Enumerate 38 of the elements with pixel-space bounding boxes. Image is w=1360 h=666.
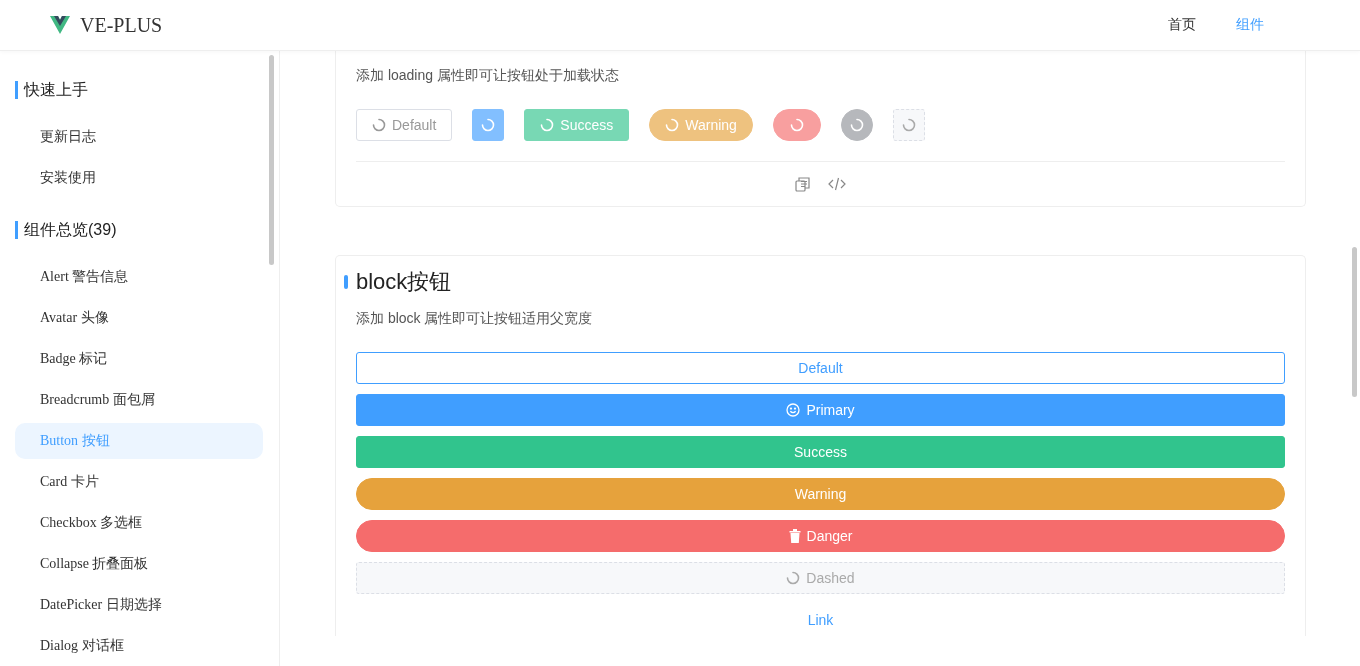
spinner-icon	[372, 118, 386, 132]
sidebar-item[interactable]: Checkbox 多选框	[15, 505, 263, 541]
sidebar-item[interactable]: Collapse 折叠面板	[15, 546, 263, 582]
scrollbar[interactable]	[269, 55, 274, 265]
logo-icon	[50, 16, 70, 34]
code-icon[interactable]	[828, 177, 846, 191]
loading-button[interactable]	[472, 109, 505, 141]
spinner-icon	[789, 118, 804, 132]
sidebar-item[interactable]: Dialog 对话框	[15, 628, 263, 664]
description: 添加 block 属性即可让按钮适用父宽度	[356, 310, 594, 328]
scrollbar[interactable]	[1352, 247, 1357, 397]
smile-icon	[786, 403, 801, 417]
spinner-icon	[665, 118, 680, 132]
sidebar-item[interactable]: Avatar 头像	[15, 300, 263, 336]
site-logo: VE-PLUS	[80, 13, 163, 37]
sidebar-item[interactable]: Badge 标记	[15, 341, 263, 377]
spinner-icon	[481, 118, 496, 132]
sidebar-item[interactable]: 更新日志	[15, 119, 263, 155]
sidebar-item[interactable]: DatePicker 日期选择	[15, 587, 263, 623]
loading-button[interactable]	[892, 109, 925, 141]
spinner-icon	[901, 118, 916, 132]
sidebar-item[interactable]: Alert 警告信息	[15, 259, 263, 295]
title-accent	[344, 275, 348, 289]
spinner-icon	[540, 118, 555, 132]
copy-icon[interactable]	[795, 176, 810, 192]
trash-icon	[788, 529, 801, 543]
group-title: 组件总览(39)	[15, 221, 263, 239]
section-title: block按钮	[356, 268, 452, 296]
spinner-icon	[849, 118, 864, 132]
loading-button[interactable]	[772, 109, 821, 141]
nav-link[interactable]: 首页	[1168, 16, 1196, 34]
sidebar-item[interactable]: Breadcrumb 面包屑	[15, 382, 263, 418]
sidebar-item[interactable]: Card 卡片	[15, 464, 263, 500]
description: 添加 loading 属性即可让按钮处于加载状态	[356, 67, 620, 85]
group-title: 快速上手	[15, 81, 263, 99]
loading-button[interactable]	[840, 109, 873, 141]
spinner-icon	[786, 571, 801, 585]
sidebar-item[interactable]: 安装使用	[15, 160, 263, 196]
